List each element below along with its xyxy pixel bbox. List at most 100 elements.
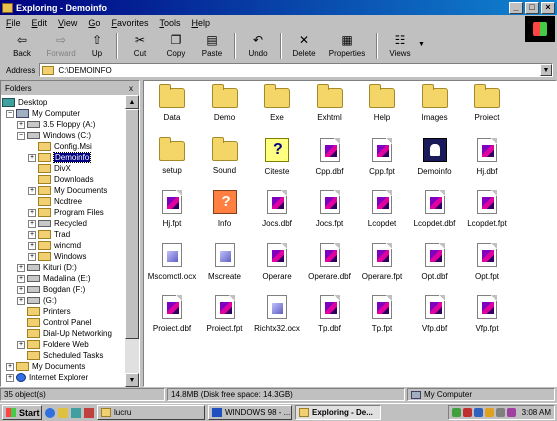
file-item[interactable]: Hj.fpt: [146, 188, 198, 234]
tray-misc-icon[interactable]: [506, 408, 516, 417]
expand-icon[interactable]: +: [17, 274, 25, 283]
quick-launch-ie-icon[interactable]: [45, 407, 55, 418]
file-item[interactable]: Proiect.fpt: [199, 293, 251, 339]
tray-volume-icon[interactable]: [495, 408, 505, 417]
file-item[interactable]: Mscomctl.ocx: [146, 241, 198, 287]
close-button[interactable]: ×: [541, 1, 555, 14]
file-item[interactable]: Data: [146, 83, 198, 129]
tray-network-icon[interactable]: [451, 408, 461, 417]
file-item[interactable]: Operare.dbf: [304, 241, 356, 287]
expand-icon[interactable]: +: [28, 186, 36, 195]
file-item[interactable]: Opt.fpt: [461, 241, 513, 287]
tree-item-kituri-d[interactable]: + Kituri (D:): [17, 262, 77, 273]
tree-item-trad[interactable]: + Trad: [28, 229, 70, 240]
tray-task-scheduler-icon[interactable]: [484, 408, 494, 417]
folder-tree-scrollbar[interactable]: ▲ ▼: [125, 95, 139, 387]
expand-icon[interactable]: +: [17, 340, 25, 349]
tree-item-bogdan-f[interactable]: + Bogdan (F:): [17, 284, 85, 295]
tree-item-desktop[interactable]: Desktop: [2, 97, 47, 108]
folders-pane-close-button[interactable]: x: [126, 83, 136, 93]
minimize-button[interactable]: _: [509, 1, 523, 14]
file-item[interactable]: Lcopdet.fpt: [461, 188, 513, 234]
file-item[interactable]: Exhtml: [304, 83, 356, 129]
file-item[interactable]: Sound: [199, 136, 251, 182]
tree-item-recycled[interactable]: + Recycled: [28, 218, 87, 229]
maximize-button[interactable]: □: [525, 1, 539, 14]
scroll-thumb[interactable]: [125, 109, 139, 339]
tree-item-dial-up-networking[interactable]: Dial-Up Networking: [17, 328, 112, 339]
file-item[interactable]: Proiect.dbf: [146, 293, 198, 339]
file-item[interactable]: Proiect: [461, 83, 513, 129]
tree-item-foldere-web[interactable]: + Foldere Web: [17, 339, 89, 350]
file-item[interactable]: Lcopdet: [356, 188, 408, 234]
menu-favorites[interactable]: Favorites: [111, 18, 148, 28]
taskbar-button-exploring[interactable]: Exploring - De...: [295, 405, 381, 420]
file-item[interactable]: Demo: [199, 83, 251, 129]
file-item[interactable]: setup: [146, 136, 198, 182]
expand-icon[interactable]: +: [28, 219, 36, 228]
file-item[interactable]: Help: [356, 83, 408, 129]
file-item[interactable]: Tp.dbf: [304, 293, 356, 339]
expand-icon[interactable]: +: [28, 153, 36, 162]
tray-antivirus-icon[interactable]: [462, 408, 472, 417]
copy-button[interactable]: ❐ Copy: [158, 31, 194, 61]
collapse-icon[interactable]: −: [6, 109, 14, 118]
file-item[interactable]: Jocs.dbf: [251, 188, 303, 234]
tree-item-ncdtree[interactable]: Ncdtree: [28, 196, 82, 207]
file-item[interactable]: Hj.dbf: [461, 136, 513, 182]
tree-item-my-documents-c[interactable]: + My Documents: [28, 185, 107, 196]
file-item[interactable]: Operare.fpt: [356, 241, 408, 287]
tree-item-config-msi[interactable]: Config.Msi: [28, 141, 92, 152]
menu-edit[interactable]: Edit: [32, 18, 48, 28]
scroll-up-button[interactable]: ▲: [125, 95, 139, 109]
collapse-icon[interactable]: −: [17, 131, 25, 140]
menu-file[interactable]: File: [6, 18, 21, 28]
address-dropdown-button[interactable]: ▼: [540, 64, 552, 76]
taskbar-clock[interactable]: 3:08 AM: [522, 408, 551, 417]
file-item[interactable]: Cpp.fpt: [356, 136, 408, 182]
tree-item-program-files[interactable]: + Program Files: [28, 207, 104, 218]
explorer-app-icon[interactable]: [2, 2, 13, 13]
file-item[interactable]: Tp.fpt: [356, 293, 408, 339]
expand-icon[interactable]: +: [28, 230, 36, 239]
tree-item-printers[interactable]: Printers: [17, 306, 71, 317]
tree-item-windows-c[interactable]: − Windows (C:): [17, 130, 91, 141]
menu-view[interactable]: View: [58, 18, 77, 28]
up-button[interactable]: ⇧ Up: [82, 31, 112, 61]
tree-item-my-documents[interactable]: + My Documents: [6, 361, 85, 372]
tree-item-windows[interactable]: + Windows: [28, 251, 86, 262]
file-item[interactable]: Opt.dbf: [409, 241, 461, 287]
tree-item-control-panel[interactable]: Control Panel: [17, 317, 91, 328]
file-item[interactable]: Exe: [251, 83, 303, 129]
expand-icon[interactable]: +: [28, 252, 36, 261]
undo-button[interactable]: ↶ Undo: [240, 31, 276, 61]
expand-icon[interactable]: +: [6, 362, 14, 371]
file-item[interactable]: Mscreate: [199, 241, 251, 287]
cut-button[interactable]: ✂ Cut: [122, 31, 158, 61]
quick-launch-outlook-icon[interactable]: [58, 407, 68, 418]
scroll-down-button[interactable]: ▼: [125, 373, 139, 387]
tree-item-wincmd[interactable]: + wincmd: [28, 240, 81, 251]
forward-button[interactable]: ⇨ Forward: [40, 31, 82, 61]
menu-help[interactable]: Help: [191, 18, 210, 28]
tree-item-floppy[interactable]: +3.5 Floppy (A:): [17, 119, 95, 130]
paste-button[interactable]: ▤ Paste: [194, 31, 230, 61]
menu-tools[interactable]: Tools: [159, 18, 180, 28]
file-item[interactable]: Citeste: [251, 136, 303, 182]
expand-icon[interactable]: +: [28, 208, 36, 217]
tree-item-divx[interactable]: DivX: [28, 163, 71, 174]
taskbar-button-word[interactable]: WINDOWS 98 - ...: [208, 405, 292, 420]
tree-item-demoinfo[interactable]: + Demoinfo: [28, 152, 92, 163]
expand-icon[interactable]: +: [28, 241, 36, 250]
back-button[interactable]: ⇦ Back: [4, 31, 40, 61]
file-item[interactable]: Demoinfo: [409, 136, 461, 182]
file-item[interactable]: Vfp.fpt: [461, 293, 513, 339]
quick-launch-channels-icon[interactable]: [84, 407, 94, 418]
file-item[interactable]: Richtx32.ocx: [251, 293, 303, 339]
tree-item-madalina-e[interactable]: + Madalina (E:): [17, 273, 91, 284]
tree-item-scheduled-tasks[interactable]: Scheduled Tasks: [17, 350, 103, 361]
expand-icon[interactable]: +: [17, 296, 25, 305]
title-bar[interactable]: Exploring - Demoinfo _ □ ×: [0, 0, 557, 15]
expand-icon[interactable]: +: [17, 263, 25, 272]
file-item[interactable]: Images: [409, 83, 461, 129]
